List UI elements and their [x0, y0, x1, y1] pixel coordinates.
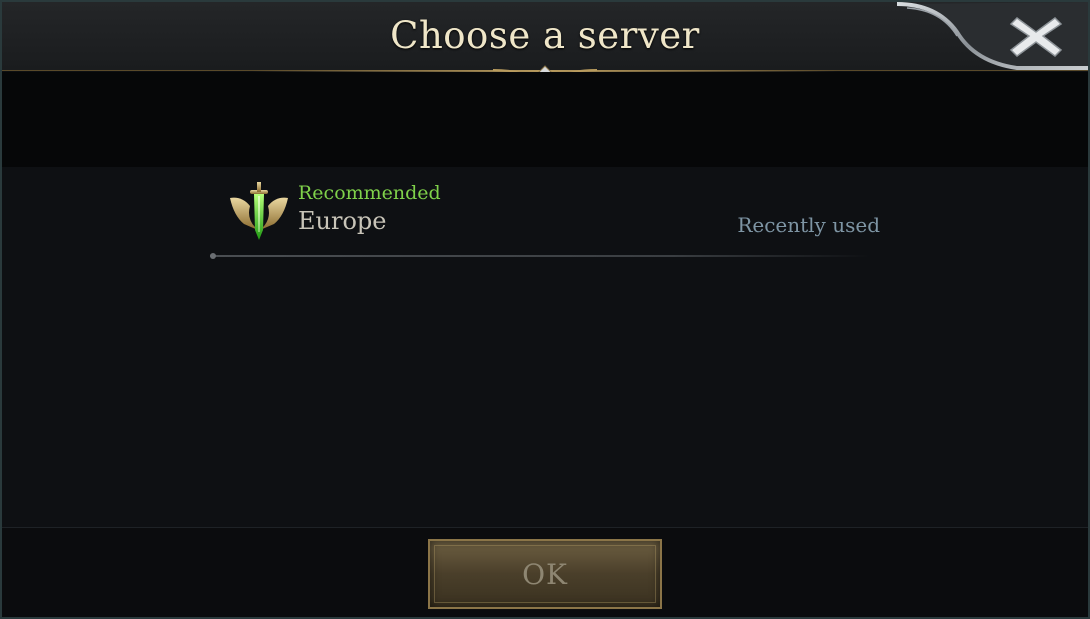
recommended-label: Recommended [298, 182, 441, 204]
ok-button[interactable]: OK [428, 539, 662, 609]
server-list-item[interactable]: Recommended Europe Recently used [210, 177, 882, 259]
row-divider [210, 255, 870, 257]
ok-button-label: OK [522, 557, 568, 591]
server-tabs-band [2, 72, 1088, 167]
close-icon[interactable] [1005, 10, 1067, 62]
row-divider-dot [210, 253, 216, 259]
server-name: Europe [298, 207, 387, 235]
recently-used-label: Recently used [737, 213, 880, 237]
sword-emblem-icon [230, 182, 288, 240]
server-select-dialog: Choose a server Recommended Europe Recen… [0, 0, 1090, 619]
